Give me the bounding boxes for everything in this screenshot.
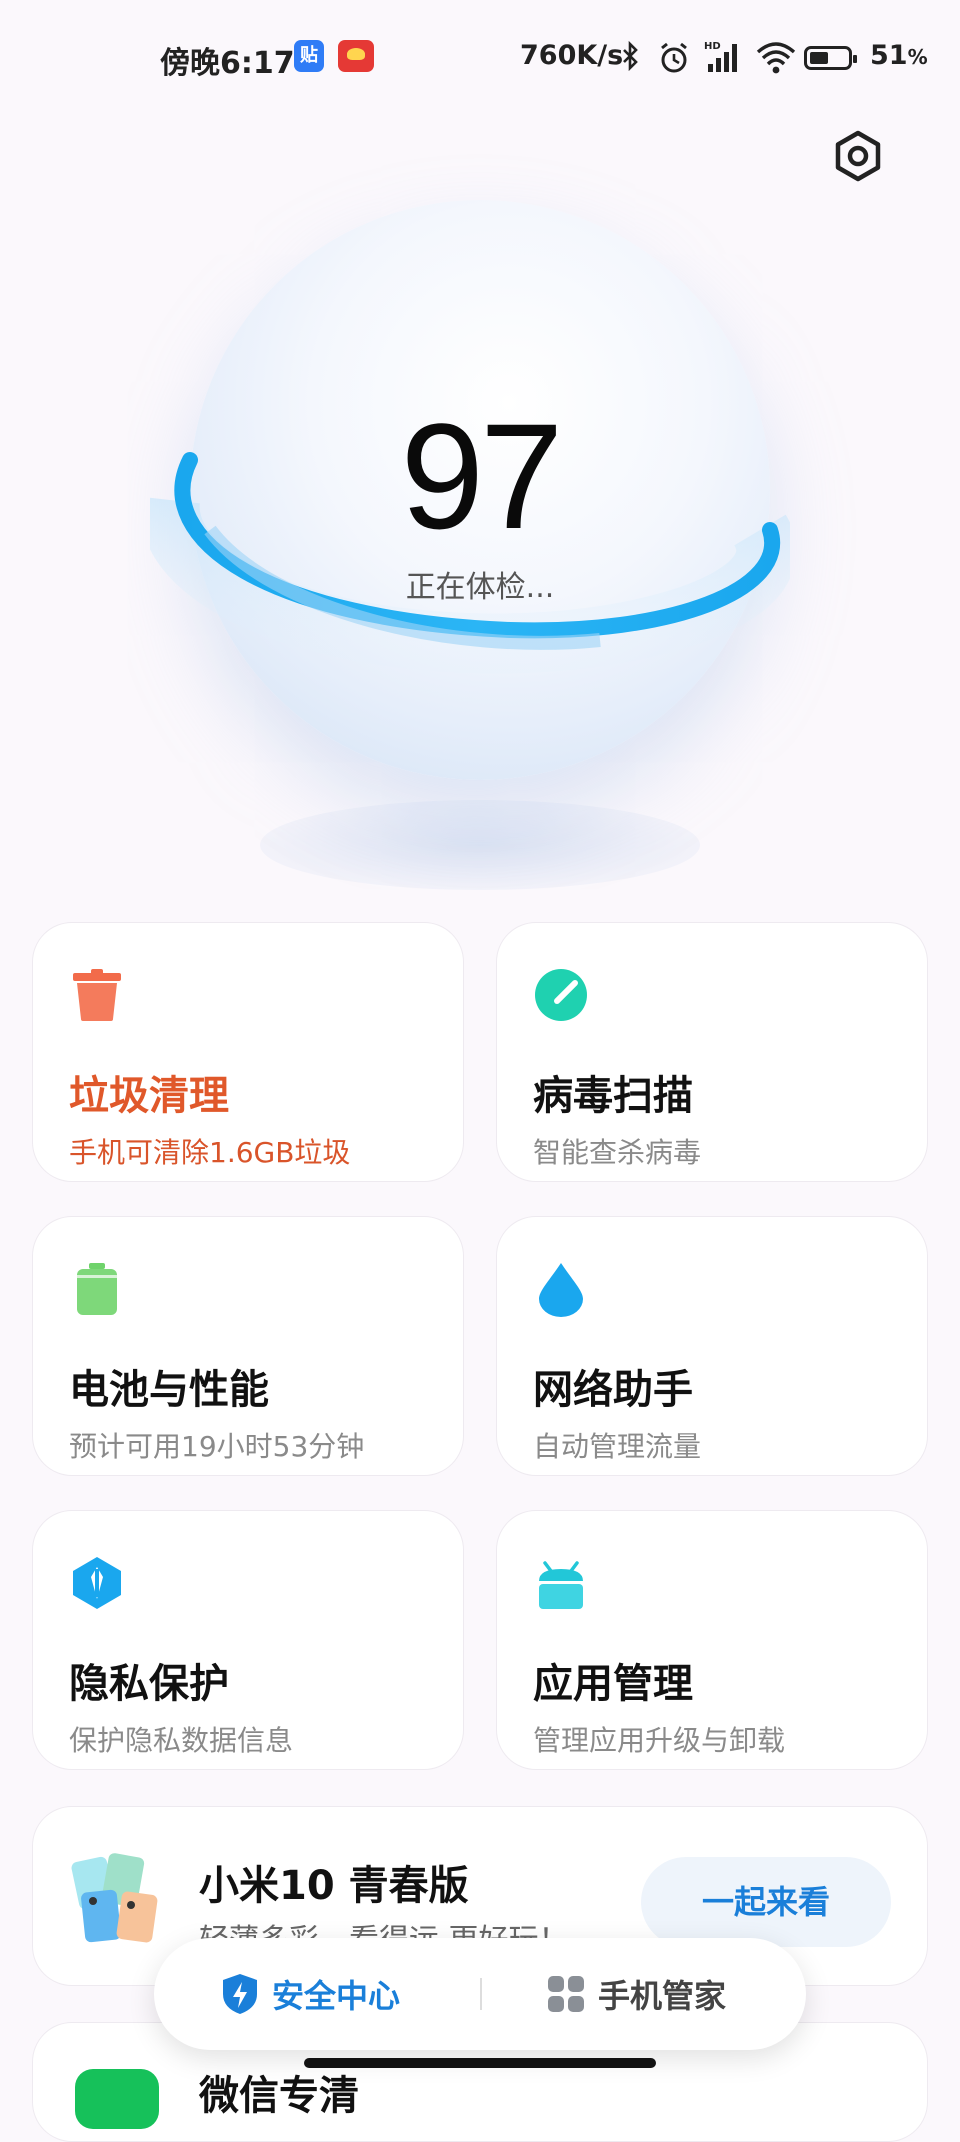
scan-status: 正在体检... — [405, 570, 555, 605]
card-title: 电池与性能 — [69, 1367, 269, 1413]
battery-fill — [810, 52, 828, 64]
tieba-app-icon: 贴 — [294, 40, 324, 72]
battery-indicator — [804, 46, 857, 70]
card-junk-cleanup[interactable]: 垃圾清理 手机可清除1.6GB垃圾 — [32, 922, 464, 1182]
tab-phone-manager[interactable]: 手机管家 — [546, 1938, 726, 2050]
tab-security-center[interactable]: 安全中心 — [220, 1938, 400, 2050]
alarm-icon — [661, 42, 687, 73]
card-subtitle: 预计可用19小时53分钟 — [69, 1430, 365, 1463]
card-title: 微信专清 — [199, 2073, 359, 2119]
notification-app-icon — [338, 40, 374, 72]
wifi-icon — [756, 42, 796, 74]
card-subtitle: 智能查杀病毒 — [533, 1136, 702, 1169]
droplet-icon — [539, 1263, 583, 1317]
card-title: 垃圾清理 — [69, 1073, 229, 1119]
svg-text:HD: HD — [704, 41, 721, 52]
card-title: 病毒扫描 — [533, 1073, 693, 1119]
card-subtitle: 保护隐私数据信息 — [69, 1724, 294, 1757]
network-speed: 760K/s — [520, 40, 624, 71]
card-virus-scan[interactable]: 病毒扫描 智能查杀病毒 — [496, 922, 928, 1182]
grid-apps-icon — [548, 1976, 584, 2012]
android-app-icon — [539, 1561, 583, 1609]
card-subtitle: 管理应用升级与卸载 — [533, 1724, 786, 1757]
bluetooth-icon — [623, 40, 638, 72]
signal-hd-icon: HD — [704, 41, 737, 72]
health-check-hero: 97 正在体检... — [0, 190, 960, 910]
card-title: 应用管理 — [533, 1661, 693, 1707]
settings-icon[interactable] — [830, 128, 886, 184]
nav-divider — [480, 1978, 482, 2010]
promo-view-button[interactable]: 一起来看 — [641, 1857, 891, 1947]
battery-percent: 51% — [870, 40, 928, 71]
shield-icon — [223, 1974, 257, 2014]
wechat-icon — [75, 2069, 159, 2129]
card-app-management[interactable]: 应用管理 管理应用升级与卸载 — [496, 1510, 928, 1770]
card-subtitle: 自动管理流量 — [533, 1430, 702, 1463]
card-privacy-protection[interactable]: 隐私保护 保护隐私数据信息 — [32, 1510, 464, 1770]
card-battery-performance[interactable]: 电池与性能 预计可用19小时53分钟 — [32, 1216, 464, 1476]
card-title: 网络助手 — [533, 1367, 693, 1413]
status-time: 傍晚6:17 — [160, 46, 295, 81]
status-bar: 傍晚6:17 贴 760K/s HD 51% — [0, 0, 960, 116]
scan-gauge-icon — [535, 969, 587, 1021]
card-title: 隐私保护 — [69, 1661, 229, 1707]
tab-label: 手机管家 — [598, 1977, 727, 2015]
trash-icon — [73, 969, 121, 1021]
phone-promo-image — [71, 1853, 158, 1943]
privacy-hexagon-icon — [73, 1557, 121, 1609]
card-subtitle: 手机可清除1.6GB垃圾 — [69, 1136, 351, 1169]
card-network-assistant[interactable]: 网络助手 自动管理流量 — [496, 1216, 928, 1476]
sphere-shadow — [260, 800, 700, 890]
bottom-nav: 安全中心 手机管家 — [154, 1938, 806, 2050]
tab-label: 安全中心 — [272, 1977, 401, 2015]
health-score: 97 — [400, 392, 564, 560]
battery-icon — [77, 1263, 117, 1315]
home-indicator[interactable] — [304, 2058, 656, 2068]
promo-title: 小米10 青春版 — [199, 1863, 469, 1909]
